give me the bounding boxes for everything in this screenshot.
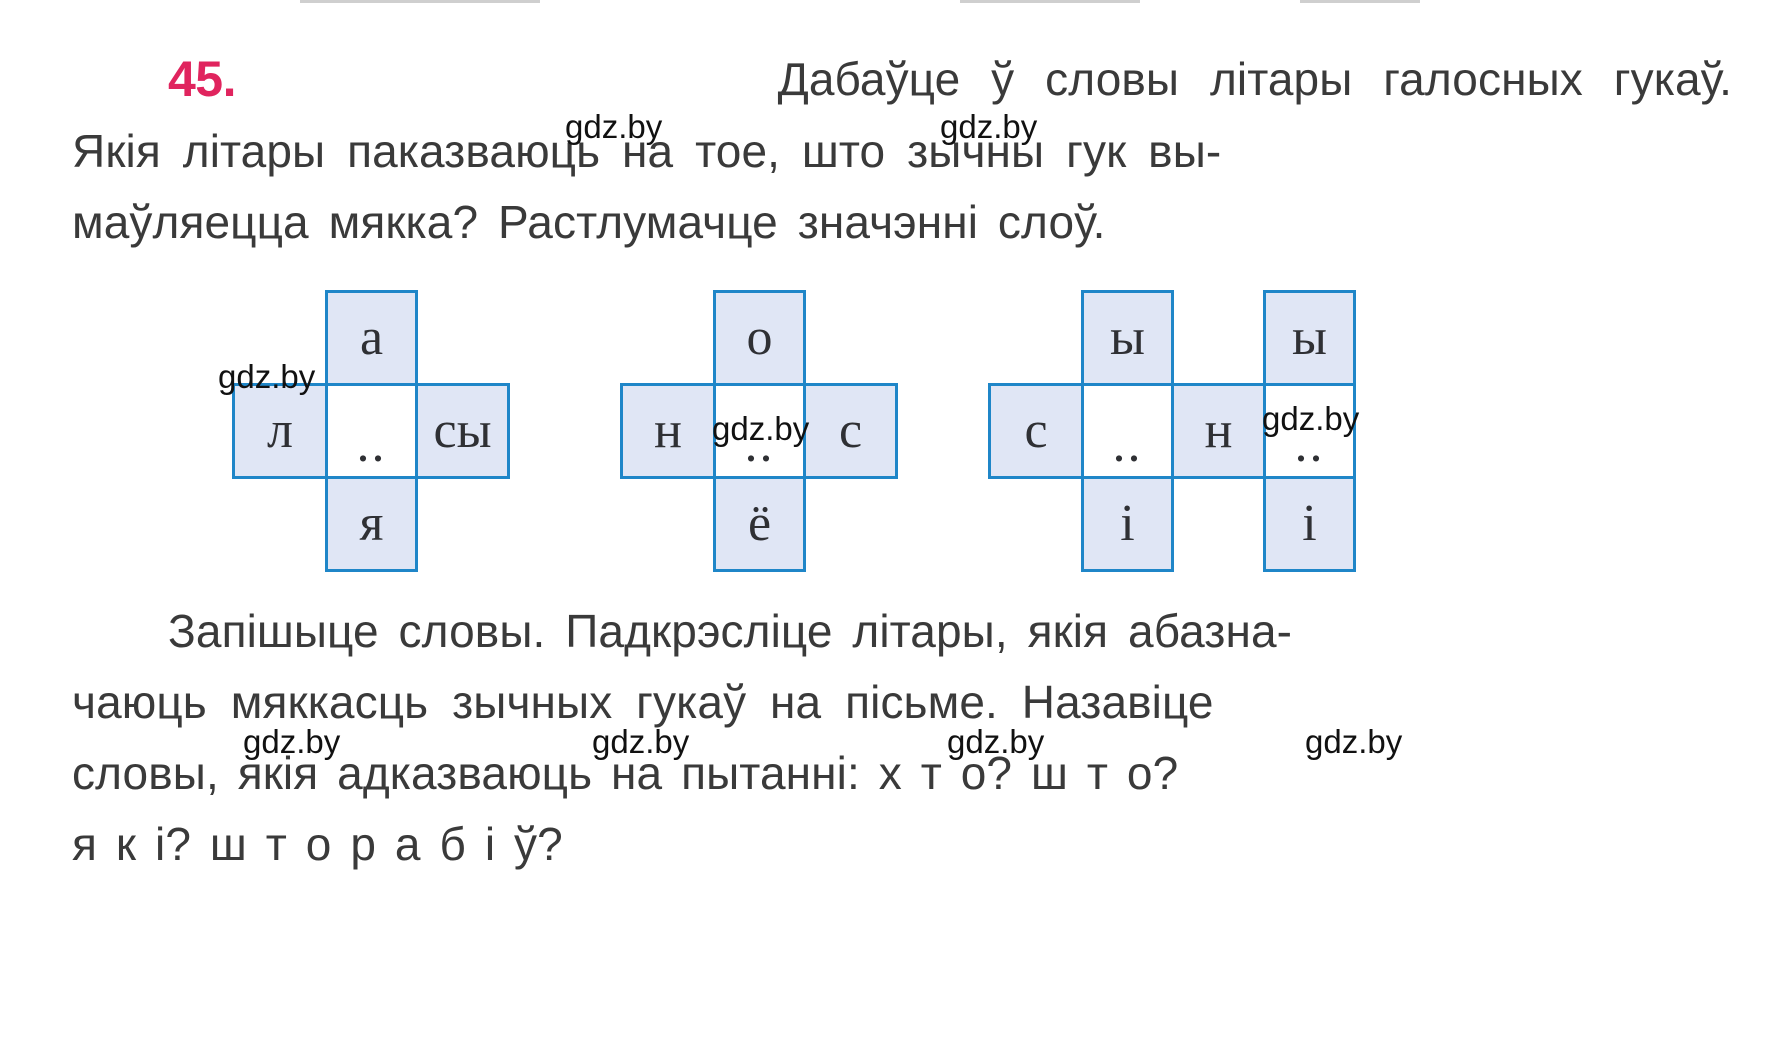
cross-2-left-cell[interactable]: н — [620, 383, 716, 479]
gdz-watermark: gdz.by — [218, 358, 316, 395]
outro-line-2-text: чаюць мяккасць зычных гукаў на пісьме. Н… — [72, 676, 1214, 728]
cross-1-right-letters: сы — [433, 402, 492, 459]
cross-3-left-cell[interactable]: с — [988, 383, 1084, 479]
cross-4-bottom-letter: і — [1302, 495, 1317, 552]
cross-3-bottom-letter: і — [1120, 495, 1135, 552]
outro-line-4-text: я к і? ш т о р а б і ў? — [72, 818, 563, 870]
intro-line-3: маўляецца мякка? Растлумачце значэнні сл… — [72, 187, 1732, 258]
cross-1-center-blank: .. — [356, 416, 387, 473]
cross-1-top-letter: а — [359, 309, 384, 366]
cross-1-right-cell[interactable]: сы — [415, 383, 510, 479]
gdz-watermark: gdz.by — [712, 410, 810, 447]
intro-line-3-text: маўляецца мякка? Растлумачце значэнні сл… — [72, 196, 1106, 248]
scan-artifact-dash — [1300, 0, 1420, 3]
cross-1-top-cell[interactable]: а — [325, 290, 418, 386]
cross-3-center-blank: .. — [1112, 416, 1143, 473]
scan-artifact-dash — [300, 0, 540, 3]
cross-1-left-cell[interactable]: л — [232, 383, 328, 479]
cross-2-left-letter: н — [654, 402, 682, 459]
cross-2-top-cell[interactable]: о — [713, 290, 806, 386]
outro-line-1-text: Запішыце словы. Падкрэсліце літары, якія… — [168, 605, 1293, 657]
cross-2-right-letter: с — [838, 402, 863, 459]
intro-line-1-text: Дабаўце ў словы літары галосных гукаў. — [777, 53, 1732, 105]
gdz-watermark: gdz.by — [947, 723, 1045, 760]
cross-2-bottom-letter: ё — [747, 495, 772, 552]
cross-3-right-letter: н — [1204, 402, 1233, 459]
cross-3-center-cell[interactable]: .. — [1081, 383, 1174, 479]
gdz-watermark: gdz.by — [1305, 723, 1403, 760]
gdz-watermark: gdz.by — [940, 108, 1038, 145]
gdz-watermark: gdz.by — [592, 723, 690, 760]
gdz-watermark: gdz.by — [1262, 400, 1360, 437]
gdz-watermark: gdz.by — [565, 108, 663, 145]
intro-paragraph: 45. Дабаўце ў словы літары галосных гука… — [72, 44, 1732, 258]
letter-cross-diagrams: а л .. сы я о н .. с ё ы с .. н і ы .. і — [0, 290, 1790, 580]
cross-1-bottom-cell[interactable]: я — [325, 476, 418, 572]
cross-4-top-cell[interactable]: ы — [1263, 290, 1356, 386]
intro-line-1: 45. Дабаўце ў словы літары галосных гука… — [72, 44, 1732, 116]
cross-2-top-letter: о — [746, 309, 773, 366]
outro-line-4: я к і? ш т о р а б і ў? — [72, 809, 1732, 880]
cross-2-bottom-cell[interactable]: ё — [713, 476, 806, 572]
cross-3-top-letter: ы — [1110, 309, 1145, 366]
cross-1-left-letter: л — [267, 402, 293, 459]
exercise-intro-text: 45. Дабаўце ў словы літары галосных гука… — [72, 44, 1732, 258]
cross-4-bottom-cell[interactable]: і — [1263, 476, 1356, 572]
cross-3-bottom-cell[interactable]: і — [1081, 476, 1174, 572]
cross-3-left-letter: с — [1024, 402, 1048, 459]
scan-artifact-dash — [960, 0, 1140, 3]
outro-line-1: Запішыце словы. Падкрэсліце літары, якія… — [72, 596, 1732, 667]
cross-2-right-cell[interactable]: с — [803, 383, 898, 479]
gdz-watermark: gdz.by — [243, 723, 341, 760]
intro-line-2: Якія літары паказваюць на тое, што зычны… — [72, 116, 1732, 187]
cross-1-center-cell[interactable]: .. — [325, 383, 418, 479]
cross-4-top-letter: ы — [1292, 309, 1327, 366]
cross-3-top-cell[interactable]: ы — [1081, 290, 1174, 386]
cross-1-bottom-letter: я — [359, 495, 384, 552]
exercise-number: 45. — [168, 51, 237, 107]
cross-3-right-cell[interactable]: н — [1171, 383, 1266, 479]
